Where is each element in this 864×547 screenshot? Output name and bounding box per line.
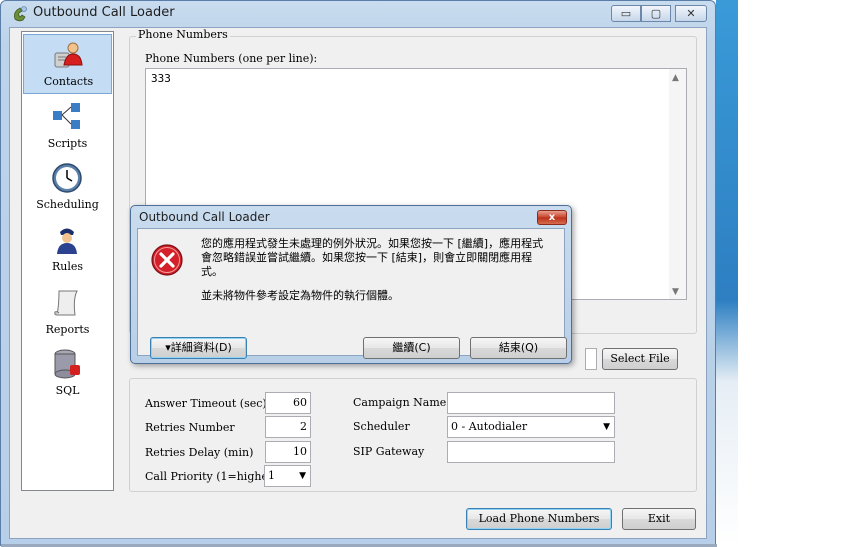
dialog-close-button[interactable]: x — [537, 210, 567, 225]
retries-delay-input[interactable]: 10 — [265, 441, 311, 463]
scroll-icon — [54, 290, 78, 316]
sidebar: Contacts Scripts Scheduling Rules Report… — [21, 31, 114, 491]
close-button[interactable]: ✕ — [675, 5, 707, 22]
sidebar-item-label: Reports — [45, 323, 90, 336]
retries-number-label: Retries Number — [145, 421, 235, 434]
vertical-scrollbar[interactable]: ▲ ▼ — [669, 69, 686, 299]
scheduler-label: Scheduler — [353, 420, 410, 433]
details-button[interactable]: ▾詳細資料(D) — [150, 337, 247, 359]
select-file-button[interactable]: Select File — [602, 348, 678, 370]
window-title: Outbound Call Loader — [33, 5, 175, 20]
retries-number-input[interactable]: 2 — [265, 416, 311, 438]
continue-button[interactable]: 繼續(C) — [363, 337, 460, 359]
scheduler-select[interactable]: 0 - Autodialer ▼ — [447, 416, 615, 438]
sidebar-item-label: Rules — [51, 260, 84, 273]
scripts-icon — [53, 103, 80, 129]
dialog-body: 您的應用程式發生未處理的例外狀況。如果您按一下 [繼續]，應用程式會忽略錯誤並嘗… — [137, 228, 567, 359]
phone-numbers-label: Phone Numbers (one per line): — [145, 52, 318, 65]
error-icon — [151, 244, 183, 276]
call-priority-label: Call Priority (1=highest) — [145, 470, 283, 483]
call-priority-value: 1 — [268, 469, 275, 482]
answer-timeout-label: Answer Timeout (sec) — [145, 397, 267, 410]
sidebar-item-scripts[interactable]: Scripts — [23, 96, 112, 156]
phone-app-icon — [13, 6, 27, 22]
sidebar-item-label: Contacts — [43, 75, 94, 88]
dialog-detail-message: 並未將物件參考設定為物件的執行個體。 — [201, 289, 399, 302]
sidebar-item-label: Scheduling — [36, 198, 99, 211]
desktop-background — [716, 0, 738, 546]
chevron-down-icon: ▼ — [603, 422, 610, 432]
contacts-icon — [54, 42, 83, 68]
sidebar-item-scheduling[interactable]: Scheduling — [23, 158, 112, 218]
sidebar-item-sql[interactable]: SQL — [23, 344, 112, 404]
sidebar-item-rules[interactable]: Rules — [23, 220, 112, 280]
file-path-input[interactable] — [585, 348, 597, 370]
dialog-message: 您的應用程式發生未處理的例外狀況。如果您按一下 [繼續]，應用程式會忽略錯誤並嘗… — [201, 237, 544, 278]
load-phone-numbers-button[interactable]: Load Phone Numbers — [466, 508, 612, 530]
sidebar-item-contacts[interactable]: Contacts — [23, 34, 112, 94]
scheduler-value: 0 - Autodialer — [451, 420, 528, 433]
sip-gateway-label: SIP Gateway — [353, 445, 425, 458]
campaign-name-input[interactable] — [447, 392, 615, 414]
sidebar-item-label: SQL — [55, 384, 80, 397]
error-dialog: Outbound Call Loader x 您的應用程式發生未處理的例外狀況。… — [130, 205, 572, 364]
sip-gateway-input[interactable] — [447, 441, 615, 463]
chevron-down-icon: ▼ — [299, 471, 306, 481]
scroll-up-arrow-icon[interactable]: ▲ — [672, 73, 679, 83]
dialog-title: Outbound Call Loader — [139, 210, 270, 224]
database-icon — [54, 349, 80, 379]
phone-numbers-text: 333 — [151, 72, 171, 85]
call-priority-select[interactable]: 1 ▼ — [264, 465, 311, 487]
police-officer-icon — [57, 228, 77, 254]
maximize-button[interactable]: ▢ — [641, 5, 671, 22]
retries-delay-label: Retries Delay (min) — [145, 446, 254, 459]
minimize-button[interactable]: ▭ — [611, 5, 641, 22]
clock-icon — [52, 163, 82, 193]
campaign-name-label: Campaign Name: — [353, 396, 450, 409]
quit-button[interactable]: 結束(Q) — [470, 337, 567, 359]
answer-timeout-input[interactable]: 60 — [265, 392, 311, 414]
scroll-down-arrow-icon[interactable]: ▼ — [672, 287, 679, 297]
exit-button[interactable]: Exit — [622, 508, 696, 530]
group-title: Phone Numbers — [136, 28, 230, 41]
title-bar[interactable]: Outbound Call Loader ▭ ▢ ✕ — [1, 1, 715, 27]
sidebar-item-label: Scripts — [47, 137, 88, 150]
sidebar-item-reports[interactable]: Reports — [23, 283, 112, 343]
